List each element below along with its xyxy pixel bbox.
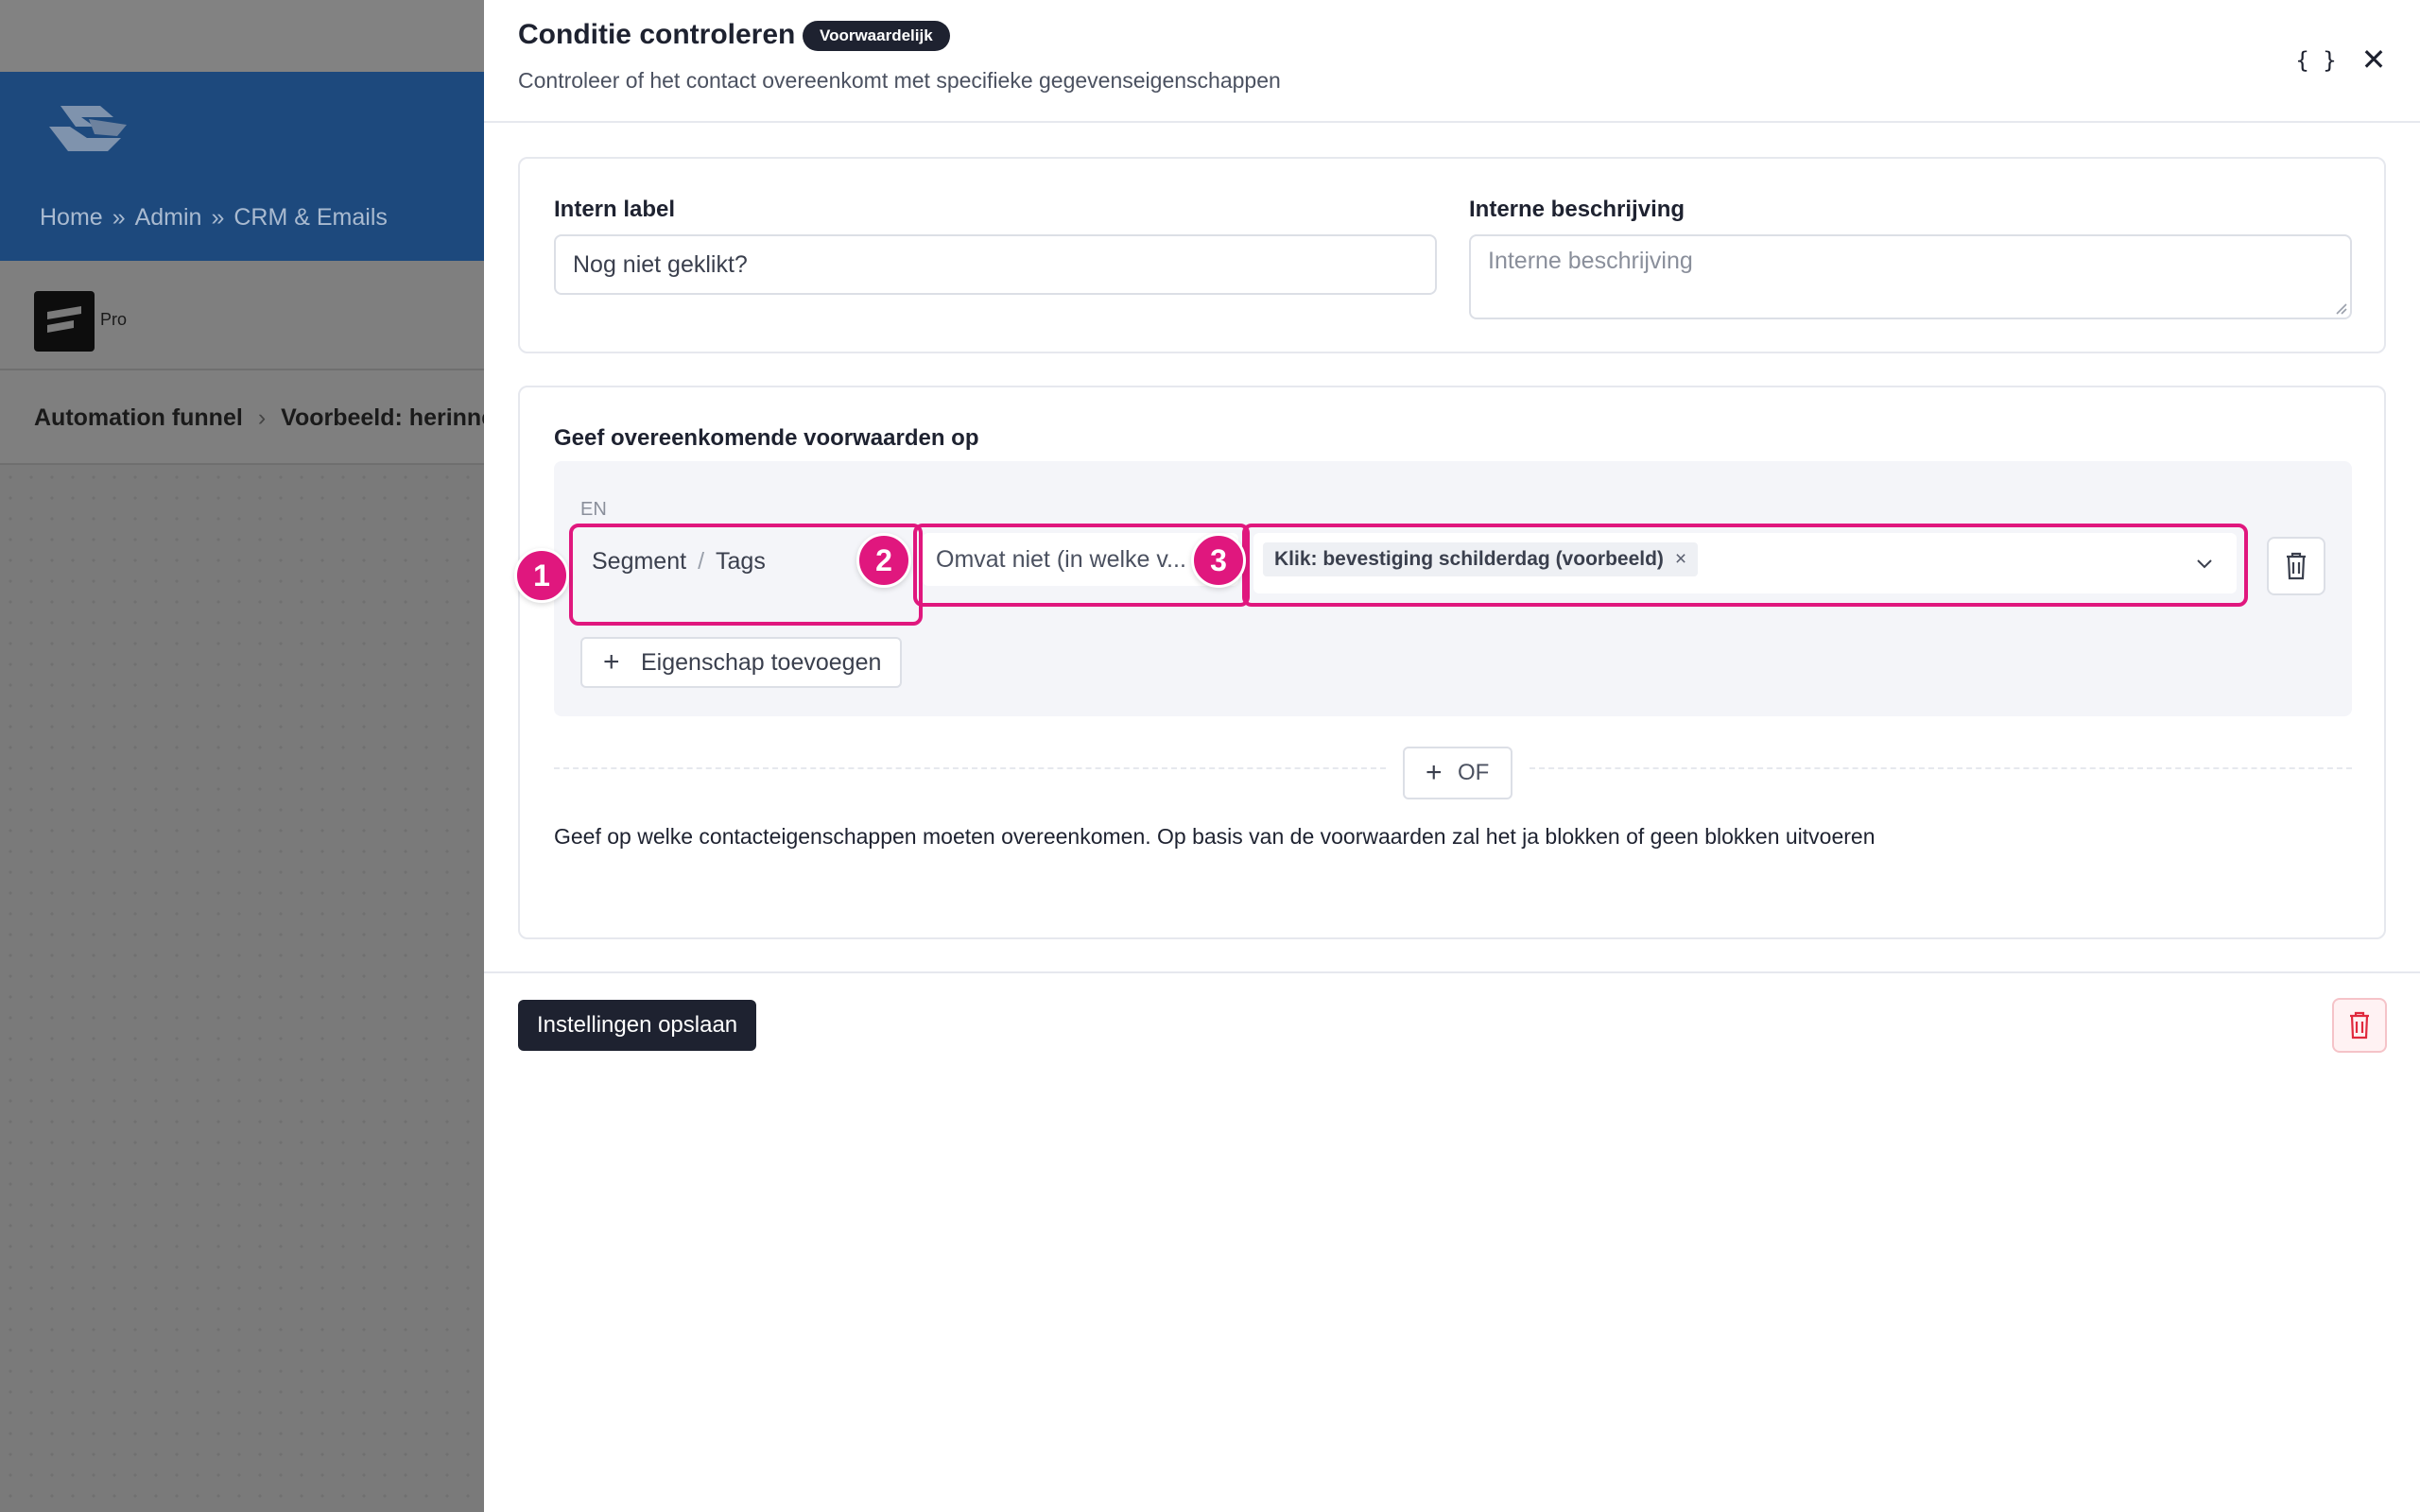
marker-2: 2 — [856, 533, 911, 588]
pro-label: Pro — [100, 310, 128, 329]
intern-desc-heading: Interne beschrijving — [1469, 197, 1685, 222]
trash-icon — [2287, 552, 2306, 580]
chevron-right-icon: › — [257, 404, 267, 431]
delete-rule-button[interactable] — [2267, 537, 2325, 595]
condition-group: EN Segment / Tags Omvat niet (in welke v..… — [514, 461, 2352, 716]
conditions-card: Geef overeenkomende voorwaarden op EN Se… — [514, 386, 2386, 939]
conditions-heading: Geef overeenkomende voorwaarden op — [554, 425, 979, 451]
chevron-down-icon[interactable] — [2193, 552, 2216, 575]
condition-drawer: Conditie controleren Voorwaardelijk Cont… — [484, 0, 2420, 1512]
close-button[interactable]: ✕ — [2350, 38, 2397, 81]
resize-handle-icon[interactable] — [2333, 301, 2348, 316]
intern-label-heading: Intern label — [554, 197, 676, 222]
label-card: Intern label Nog niet geklikt? Interne b… — [518, 157, 2386, 353]
breadcrumb-separator: » — [211, 204, 225, 231]
plus-icon: + — [603, 646, 620, 678]
add-property-button[interactable]: + Eigenschap toevoegen — [580, 637, 903, 688]
selected-tag-label: Klik: bevestiging schilderdag (voorbeeld… — [1274, 548, 1664, 570]
plus-icon: + — [1426, 757, 1443, 788]
intern-label-input[interactable]: Nog niet geklikt? — [554, 234, 1437, 295]
delete-block-button[interactable] — [2332, 998, 2387, 1053]
breadcrumb-home[interactable]: Home — [40, 204, 103, 231]
drawer-subtitle: Controleer of het contact overeenkomt me… — [518, 68, 1281, 93]
add-property-label: Eigenschap toevoegen — [641, 649, 882, 676]
marker-3: 3 — [1191, 533, 1246, 588]
drawer-title: Conditie controleren — [518, 19, 796, 50]
segment-label: Segment — [592, 548, 687, 575]
background-breadcrumb: Home » Admin » CRM & Emails — [40, 204, 388, 232]
add-or-group-button[interactable]: + OF — [1403, 747, 1512, 799]
or-label: OF — [1458, 760, 1490, 785]
breadcrumb-crm[interactable]: CRM & Emails — [233, 204, 388, 231]
or-divider-left — [554, 767, 1386, 769]
drawer-header: Conditie controleren Voorwaardelijk Cont… — [484, 0, 2420, 123]
canvas-grid — [0, 467, 484, 1512]
and-group-label: EN — [580, 499, 607, 520]
intern-desc-textarea[interactable]: Interne beschrijving — [1469, 234, 2352, 319]
crumb-automation-funnel[interactable]: Automation funnel — [34, 404, 243, 431]
marker-1: 1 — [514, 548, 569, 603]
breadcrumb-admin[interactable]: Admin — [135, 204, 202, 231]
value-multiselect[interactable]: Klik: bevestiging schilderdag (voorbeeld… — [1253, 533, 2237, 593]
trash-icon — [2350, 1011, 2369, 1040]
footer-divider — [484, 971, 2420, 973]
selected-tag-chip: Klik: bevestiging schilderdag (voorbeeld… — [1263, 542, 1699, 576]
crumb-current-funnel: Voorbeeld: herinner — [281, 404, 504, 431]
conditional-badge: Voorwaardelijk — [803, 21, 950, 51]
breadcrumb-separator: » — [112, 204, 126, 231]
app-logo-icon — [49, 106, 127, 151]
pro-logo-icon — [34, 291, 95, 352]
code-view-button[interactable]: { } — [2290, 42, 2342, 79]
or-divider-right — [1530, 767, 2352, 769]
tags-label: Tags — [716, 548, 766, 575]
path-separator: / — [698, 548, 705, 575]
conditions-hint: Geef op welke contacteigenschappen moete… — [554, 824, 1876, 849]
funnel-breadcrumb: Automation funnel › Voorbeeld: herinner — [34, 404, 504, 432]
property-selector[interactable]: Segment / Tags — [592, 542, 766, 580]
save-settings-button[interactable]: Instellingen opslaan — [518, 1000, 757, 1051]
tag-remove-icon[interactable]: × — [1675, 548, 1686, 570]
